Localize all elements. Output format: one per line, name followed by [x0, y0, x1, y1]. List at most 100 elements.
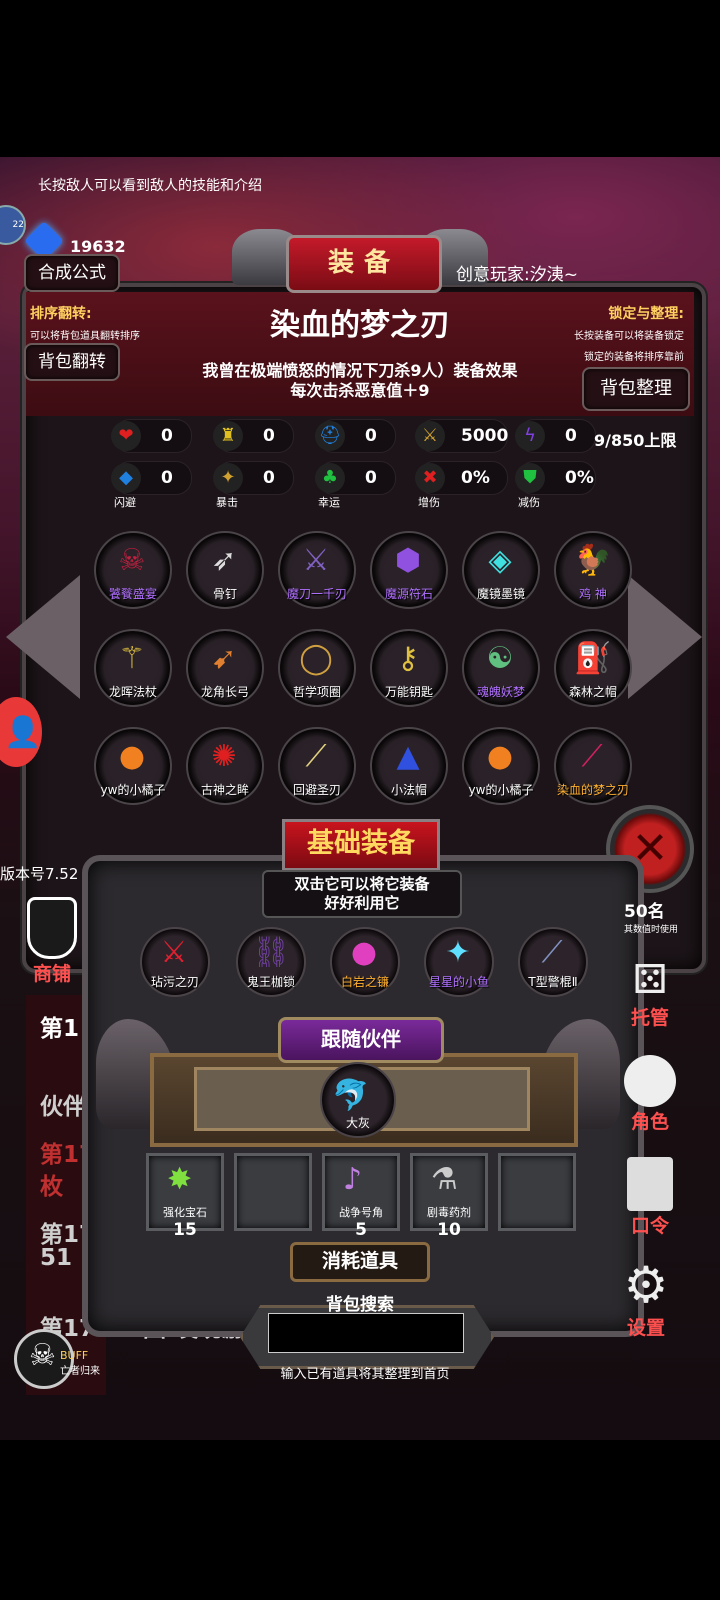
item-icon: 🐓 — [574, 543, 612, 578]
item-name: 染血的梦之刃 — [270, 308, 450, 343]
settings-label: 设置 — [626, 1317, 665, 1339]
stat-value: 0 — [365, 426, 377, 446]
lightning-icon: ϟ — [515, 421, 545, 451]
basic-equipment-slot[interactable]: ⟋ T型警棍Ⅱ — [518, 927, 588, 997]
stat-value: 0 — [365, 468, 377, 488]
equipment-slot[interactable]: 🐓 鸡 神 — [554, 531, 632, 609]
prev-page-arrow[interactable] — [6, 575, 80, 699]
basic-hint-line1: 双击它可以将它装备 — [294, 875, 430, 893]
dolphin-icon: 🐬 — [332, 1078, 370, 1113]
equipment-slot[interactable]: ⬢ 魔源符石 — [370, 531, 448, 609]
equipment-slot[interactable]: ⛽ 森林之帽 — [554, 629, 632, 707]
item-label: 强化宝石 — [163, 1206, 207, 1219]
item-icon: ✸ — [167, 1162, 193, 1197]
role-label: 角色 — [630, 1111, 669, 1133]
stat-pill: ⛑ 0 — [315, 419, 396, 453]
shop-label: 商铺 — [32, 963, 71, 985]
item-count: 15 — [173, 1220, 197, 1240]
synthesis-button[interactable]: 合成公式 — [24, 254, 120, 292]
item-icon: ☠ — [118, 543, 146, 578]
equipment-slot[interactable]: ⟋ 回避圣刃 — [278, 727, 356, 805]
item-icon: ⟋ — [541, 935, 563, 970]
log-line: 伙伴 — [40, 1094, 86, 1120]
search-title: 背包搜索 — [326, 1295, 394, 1315]
buff-label: BUFF 亡者归来 — [60, 1349, 100, 1377]
log-line: 51 — [40, 1245, 73, 1271]
stat-value: 0 — [161, 468, 173, 488]
equipment-slot[interactable]: ➹ 龙角长弓 — [186, 629, 264, 707]
item-icon: ⚚ — [118, 641, 146, 676]
stat-pill: ♜ 0 — [213, 419, 294, 453]
shield-icon: ⛊ — [515, 463, 545, 493]
item-icon: ● — [486, 739, 514, 774]
basic-equipment-title: 基础装备 — [282, 819, 440, 871]
dodge-icon: ◆ — [111, 463, 141, 493]
equipment-slot[interactable]: ● yw的小橘子 — [462, 727, 540, 805]
item-icon: ⟋ — [305, 739, 327, 774]
shop-button[interactable]: 商铺 — [24, 897, 80, 986]
companion-slot[interactable]: 🐬 大灰 — [320, 1062, 396, 1138]
item-label: 鸡 神 — [579, 587, 607, 601]
crit-icon: ✦ — [213, 463, 243, 493]
equipment-slot[interactable]: ▲ 小法帽 — [370, 727, 448, 805]
hood-icon — [624, 1055, 676, 1107]
item-icon: ⚷ — [397, 641, 419, 676]
item-description: 我曾在极端愤怒的情况下刀杀9人）装备效果 每次击杀恶意值＋9 — [150, 361, 570, 401]
equipment-slot[interactable]: ⟋ 染血的梦之刃 — [554, 727, 632, 805]
settings-button[interactable]: ⚙ 设置 — [618, 1257, 674, 1340]
item-count: 5 — [355, 1220, 367, 1240]
panel-title: 装备 — [286, 235, 442, 293]
item-icon: ⬢ — [394, 543, 422, 578]
item-label: 染血的梦之刃 — [556, 783, 629, 797]
consumable-slot[interactable]: ⚗ 剧毒药剂 10 — [410, 1153, 488, 1240]
stat-pill: ⚔ 5000 — [415, 419, 509, 453]
log-line: 枚 — [40, 1174, 63, 1200]
item-icon: ✺ — [211, 739, 237, 774]
consumables-title: 消耗道具 — [290, 1242, 430, 1282]
equipment-slot[interactable]: ◯ 哲学项圈 — [278, 629, 356, 707]
item-icon: ✦ — [445, 935, 471, 970]
equipment-slot[interactable]: ⚚ 龙晖法杖 — [94, 629, 172, 707]
stat-caption: 增伤 — [418, 496, 440, 509]
side-orb-value: 22 — [12, 220, 24, 230]
basic-equipment-slot[interactable]: ✦ 星星的小鱼 — [424, 927, 494, 997]
consumable-slot[interactable] — [234, 1153, 312, 1231]
shop-icon — [27, 897, 77, 959]
heart-icon: ❤ — [111, 421, 141, 451]
manage-button[interactable]: ⚄ 托管 — [622, 957, 678, 1030]
skull-icon: ☠ — [29, 1338, 56, 1373]
code-button[interactable]: 口令 — [622, 1157, 678, 1238]
item-label: 剧毒药剂 — [427, 1206, 471, 1219]
rank-note: 其数值时使用 — [624, 925, 679, 935]
stat-pill: ♣ 0 幸运 — [315, 461, 396, 509]
equipment-slot[interactable]: ➶ 骨钉 — [186, 531, 264, 609]
stat-caption: 闪避 — [114, 496, 136, 509]
game-screen: 长按敌人可以看到敌人的技能和介绍 22 19632 装备 创意玩家:汐洟~ 合成… — [0, 157, 720, 1440]
consumable-slot[interactable]: ♪ 战争号角 5 — [322, 1153, 400, 1240]
equipment-slot[interactable]: ⚔ 魔刀一千刃 — [278, 531, 356, 609]
equipment-slot[interactable]: ✺ 古神之眸 — [186, 727, 264, 805]
bag-sort-button[interactable]: 背包整理 — [582, 367, 690, 411]
equipment-slot[interactable]: ● yw的小橘子 — [94, 727, 172, 805]
basic-equipment-slot[interactable]: ⚔ 玷污之刃 — [140, 927, 210, 997]
consumable-slot[interactable] — [498, 1153, 576, 1231]
item-desc-line1: 我曾在极端愤怒的情况下刀杀9人）装备效果 — [202, 361, 518, 380]
equipment-slot[interactable]: ☠ 饕餮盛宴 — [94, 531, 172, 609]
stat-pill: ❤ 0 — [111, 419, 192, 453]
bag-search-input[interactable] — [268, 1313, 464, 1353]
consumable-slot[interactable]: ✸ 强化宝石 15 — [146, 1153, 224, 1240]
equipment-slot[interactable]: ⚷ 万能钥匙 — [370, 629, 448, 707]
item-icon: ◈ — [488, 543, 512, 578]
role-button[interactable]: 角色 — [622, 1055, 678, 1134]
basic-equipment-slot[interactable]: ● 白岩之镰 — [330, 927, 400, 997]
user-icon: 👤 — [4, 715, 42, 750]
bag-flip-button[interactable]: 背包翻转 — [24, 343, 120, 381]
creator-label: 创意玩家:汐洟~ — [456, 265, 578, 285]
equipment-slot[interactable]: ☯ 魂魄妖梦 — [462, 629, 540, 707]
item-icon: ☯ — [486, 641, 514, 676]
stat-value: 5000 — [461, 426, 509, 446]
item-icon: ▲ — [396, 739, 420, 774]
stat-pill: ✖ 0% 增伤 — [415, 461, 508, 509]
equipment-slot[interactable]: ◈ 魔镜墨镜 — [462, 531, 540, 609]
basic-equipment-slot[interactable]: ⛓ 鬼王枷锁 — [236, 927, 306, 997]
